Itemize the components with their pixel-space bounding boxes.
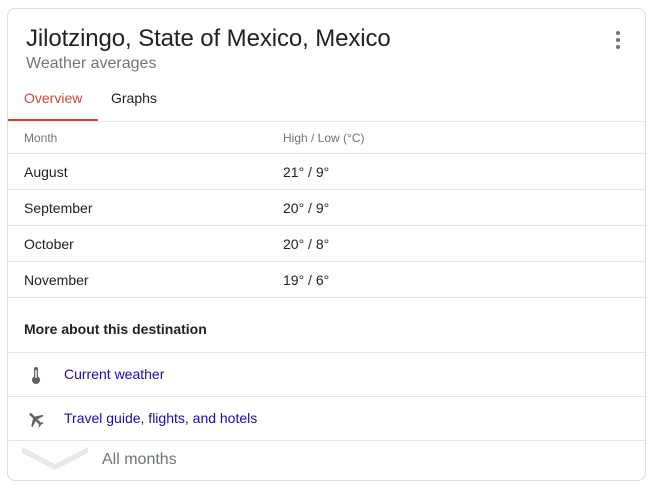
tab-bar: Overview Graphs [8,87,645,122]
chevron-down-icon [22,447,88,470]
month-cell: September [24,200,93,216]
weather-table: Month High / Low (°C) August 21° / 9° Se… [8,121,645,298]
all-months-label: All months [102,451,177,468]
all-months-button[interactable]: All months [8,441,645,480]
thermometer-icon [32,367,40,384]
column-header-high-low: High / Low (°C) [283,131,365,145]
table-row: November 19° / 6° [8,262,645,298]
temperature-cell: 19° / 6° [283,272,330,288]
airplane-icon [29,413,44,428]
column-header-month: Month [24,131,58,145]
more-vert-icon[interactable] [607,29,629,51]
month-cell: August [24,164,68,180]
more-about-heading: More about this destination [24,321,207,337]
table-row: October 20° / 8° [8,226,645,262]
weather-card: Jilotzingo, State of Mexico, Mexico Weat… [7,8,646,481]
tab-overview[interactable]: Overview [8,87,99,121]
table-header: Month High / Low (°C) [8,121,645,154]
table-row: September 20° / 9° [8,190,645,226]
month-cell: November [24,272,89,288]
weather-subtitle: Weather averages [26,55,157,72]
location-title: Jilotzingo, State of Mexico, Mexico [26,25,391,52]
temperature-cell: 20° / 9° [283,200,330,216]
month-cell: October [24,236,74,252]
travel-guide-label: Travel guide, flights, and hotels [64,410,258,426]
current-weather-label: Current weather [64,366,165,382]
tab-graphs[interactable]: Graphs [95,87,173,121]
current-weather-link[interactable]: Current weather [8,353,645,396]
temperature-cell: 20° / 8° [283,236,330,252]
travel-guide-link[interactable]: Travel guide, flights, and hotels [8,397,645,440]
table-row: August 21° / 9° [8,154,645,190]
temperature-cell: 21° / 9° [283,164,330,180]
